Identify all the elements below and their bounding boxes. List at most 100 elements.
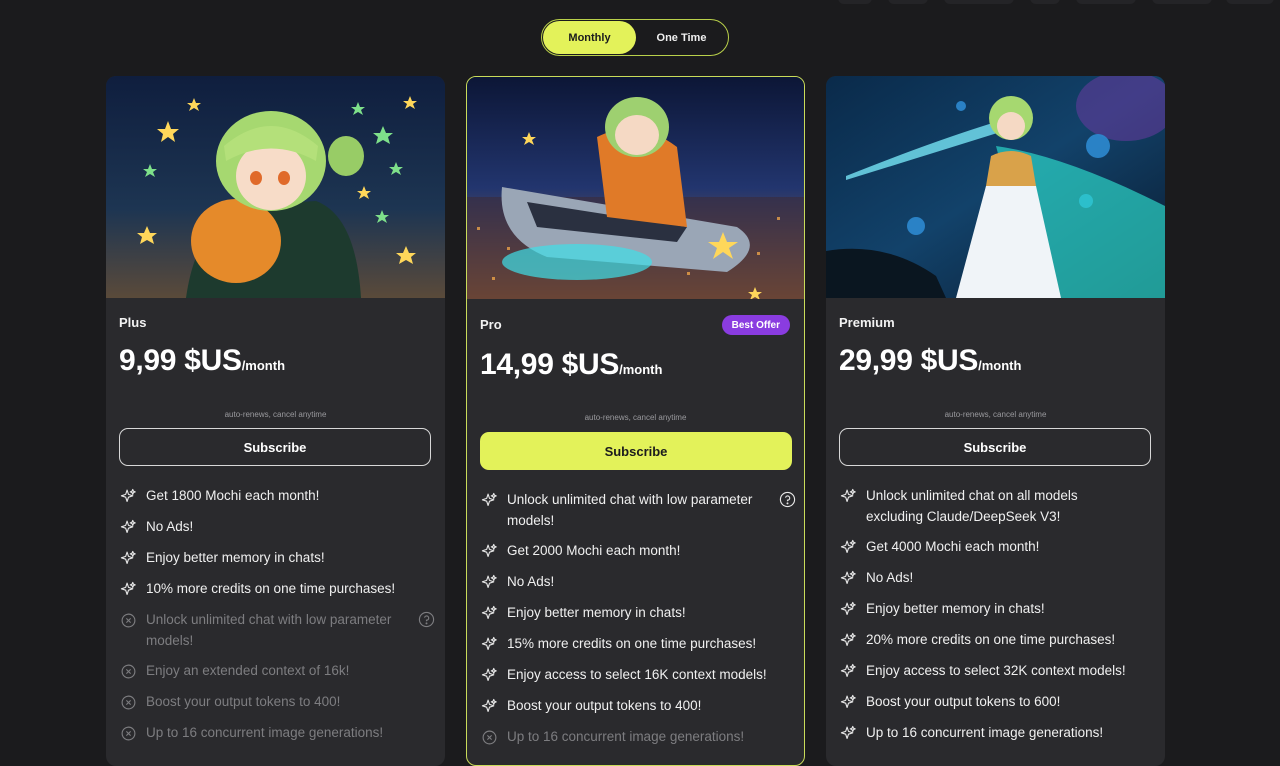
feature-item: Get 4000 Mochi each month! <box>839 537 1155 558</box>
help-icon[interactable] <box>418 611 435 628</box>
feature-item-unavailable: Unlock unlimited chat with low parameter… <box>119 610 435 651</box>
subscribe-button-plus[interactable]: Subscribe <box>119 428 431 466</box>
feature-text: 20% more credits on one time purchases! <box>866 632 1116 647</box>
header-remnant <box>1226 0 1274 4</box>
plan-illustration-premium <box>826 76 1165 298</box>
plan-card-pro: Pro Best Offer 14,99 $US/month auto-rene… <box>466 76 805 766</box>
feature-item: Enjoy access to select 32K context model… <box>839 661 1155 682</box>
feature-item: Enjoy better memory in chats! <box>119 548 435 569</box>
feature-text: Up to 16 concurrent image generations! <box>866 725 1104 740</box>
billing-option-monthly[interactable]: Monthly <box>543 21 636 54</box>
feature-item: Boost your output tokens to 600! <box>839 692 1155 713</box>
feature-text: Boost your output tokens to 400! <box>507 698 702 713</box>
subscribe-button-premium[interactable]: Subscribe <box>839 428 1151 466</box>
feature-item: Get 1800 Mochi each month! <box>119 486 435 507</box>
sparkle-icon <box>481 698 497 713</box>
feature-item: Enjoy better memory in chats! <box>480 603 796 624</box>
renew-note: auto-renews, cancel anytime <box>584 413 687 422</box>
feature-item: Up to 16 concurrent image generations! <box>839 723 1155 744</box>
sparkle-icon <box>481 574 497 589</box>
feature-text: Up to 16 concurrent image generations! <box>507 729 745 744</box>
sparkle-icon <box>481 492 497 507</box>
feature-item: Enjoy access to select 16K context model… <box>480 665 796 686</box>
feature-text: Unlock unlimited chat with low parameter… <box>146 612 392 648</box>
feature-text: Up to 16 concurrent image generations! <box>146 725 384 740</box>
feature-item: 15% more credits on one time purchases! <box>480 634 796 655</box>
header-remnant <box>1152 0 1212 4</box>
feature-item: Unlock unlimited chat on all models excl… <box>839 486 1155 527</box>
feature-item: Boost your output tokens to 400! <box>480 696 796 717</box>
plan-name: Pro <box>480 317 502 332</box>
feature-text: Unlock unlimited chat on all models excl… <box>866 488 1078 524</box>
sparkle-icon <box>481 667 497 682</box>
plan-illustration-plus <box>106 76 445 298</box>
feature-item: No Ads! <box>839 568 1155 589</box>
price-amount: 14,99 $US <box>480 348 620 381</box>
price-amount: 9,99 $US <box>119 344 242 377</box>
price-period: /month <box>978 358 1022 373</box>
subscribe-button-pro[interactable]: Subscribe <box>480 432 792 470</box>
plan-name: Plus <box>119 315 147 330</box>
feature-text: Enjoy better memory in chats! <box>507 605 686 620</box>
feature-text: No Ads! <box>866 570 914 585</box>
header-remnant <box>1076 0 1136 4</box>
x-circle-icon <box>482 730 497 745</box>
feature-text: 10% more credits on one time purchases! <box>146 581 396 596</box>
billing-toggle[interactable]: Monthly One Time <box>541 19 729 56</box>
sparkle-icon <box>481 636 497 651</box>
sparkle-icon <box>120 488 136 503</box>
sparkle-icon <box>840 601 856 616</box>
feature-text: Get 2000 Mochi each month! <box>507 543 681 558</box>
sparkle-icon <box>481 543 497 558</box>
feature-text: No Ads! <box>146 519 194 534</box>
feature-item: Unlock unlimited chat with low parameter… <box>480 490 796 531</box>
price-period: /month <box>241 358 286 373</box>
sparkle-icon <box>120 550 136 565</box>
plan-price: 9,99 $US/month <box>119 344 285 378</box>
feature-item: No Ads! <box>480 572 796 593</box>
help-icon[interactable] <box>779 491 796 508</box>
feature-text: Get 1800 Mochi each month! <box>146 488 320 503</box>
header-remnant <box>838 0 872 4</box>
feature-list: Get 1800 Mochi each month! No Ads! Enjoy… <box>119 486 435 744</box>
renew-note: auto-renews, cancel anytime <box>944 410 1047 419</box>
feature-item-unavailable: Up to 16 concurrent image generations! <box>480 727 796 748</box>
feature-item-unavailable: Boost your output tokens to 400! <box>119 692 435 713</box>
feature-text: Unlock unlimited chat with low parameter… <box>507 492 753 528</box>
renew-note: auto-renews, cancel anytime <box>224 410 327 419</box>
sparkle-icon <box>481 605 497 620</box>
feature-text: 15% more credits on one time purchases! <box>507 636 757 651</box>
sparkle-icon <box>120 581 136 596</box>
feature-item-unavailable: Up to 16 concurrent image generations! <box>119 723 435 744</box>
sparkle-icon <box>840 694 856 709</box>
x-circle-icon <box>121 613 136 628</box>
feature-text: Enjoy access to select 32K context model… <box>866 663 1126 678</box>
sparkle-icon <box>840 539 856 554</box>
feature-text: Boost your output tokens to 600! <box>866 694 1061 709</box>
plan-price: 29,99 $US/month <box>839 344 1021 378</box>
feature-list: Unlock unlimited chat on all models excl… <box>839 486 1155 744</box>
plan-price: 14,99 $US/month <box>480 348 662 382</box>
header-remnant <box>944 0 1014 4</box>
feature-item: 20% more credits on one time purchases! <box>839 630 1155 651</box>
sparkle-icon <box>840 488 856 503</box>
feature-item: 10% more credits on one time purchases! <box>119 579 435 600</box>
plan-card-plus: Plus 9,99 $US/month auto-renews, cancel … <box>106 76 445 766</box>
billing-option-one-time[interactable]: One Time <box>635 21 728 54</box>
feature-text: Enjoy better memory in chats! <box>866 601 1045 616</box>
plan-name: Premium <box>839 315 895 330</box>
sparkle-icon <box>840 725 856 740</box>
sparkle-icon <box>840 663 856 678</box>
price-amount: 29,99 $US <box>839 344 979 377</box>
price-period: /month <box>619 362 663 377</box>
feature-item: Get 2000 Mochi each month! <box>480 541 796 562</box>
sparkle-icon <box>840 570 856 585</box>
plan-card-premium: Premium 29,99 $US/month auto-renews, can… <box>826 76 1165 766</box>
feature-text: Get 4000 Mochi each month! <box>866 539 1040 554</box>
x-circle-icon <box>121 726 136 741</box>
feature-item: Enjoy better memory in chats! <box>839 599 1155 620</box>
feature-text: Enjoy access to select 16K context model… <box>507 667 767 682</box>
header-remnant <box>1030 0 1060 4</box>
feature-text: Boost your output tokens to 400! <box>146 694 341 709</box>
feature-text: Enjoy an extended context of 16k! <box>146 663 350 678</box>
